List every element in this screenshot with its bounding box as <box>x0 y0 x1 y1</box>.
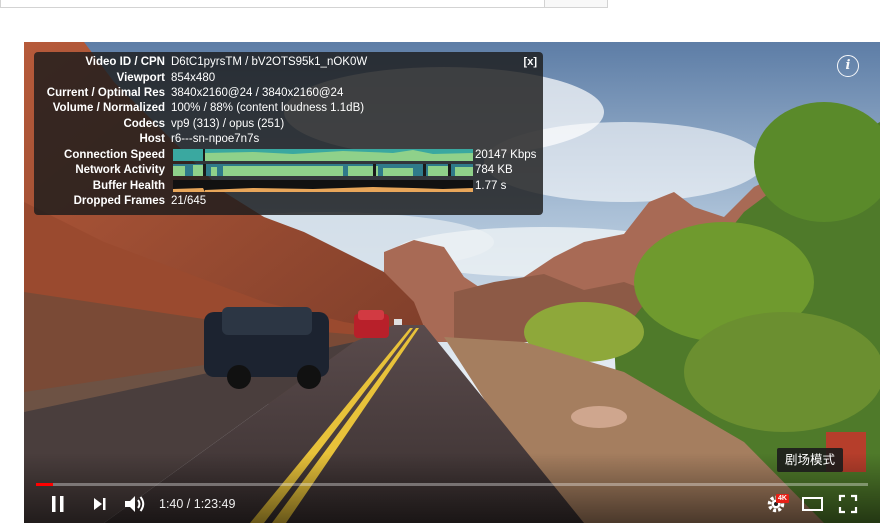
stats-label: Connection Speed <box>64 148 165 161</box>
stats-row-dropped-frames: Dropped Frames 21/645 <box>34 194 543 209</box>
network-activity-value: 784 KB <box>475 164 513 176</box>
stats-value: 21/645 <box>171 195 207 207</box>
stats-label: Host <box>139 133 165 145</box>
stats-label: Network Activity <box>75 164 165 176</box>
stats-value: 854x480 <box>171 71 216 84</box>
progress-bar[interactable] <box>36 483 868 486</box>
buffer-health-graph <box>173 179 473 192</box>
volume-icon <box>125 496 145 512</box>
fullscreen-button[interactable] <box>836 492 862 518</box>
pause-button[interactable] <box>46 492 70 518</box>
stats-row-network-activity: Network Activity 784 KB <box>34 163 543 178</box>
stats-label: Viewport <box>116 71 165 84</box>
stats-row-connection-speed: Connection Speed 20147 Kbps <box>34 148 543 163</box>
video-player[interactable]: [x] Video ID / CPN D6tC1pyrsTM / bV2OTS9… <box>24 42 880 523</box>
stats-value: 100% / 88% (content loudness 1.1dB) <box>171 102 365 114</box>
next-icon <box>94 498 106 510</box>
stats-label: Dropped Frames <box>73 195 165 207</box>
stats-value: r6---sn-npoe7n7s <box>171 133 260 145</box>
stats-label: Video ID / CPN <box>85 56 165 68</box>
stats-row-resolution: Current / Optimal Res 3840x2160@24 / 384… <box>34 86 543 101</box>
network-activity-graph <box>173 164 473 176</box>
stats-for-nerds-panel: [x] Video ID / CPN D6tC1pyrsTM / bV2OTS9… <box>34 52 543 215</box>
stats-label: Volume / Normalized <box>52 102 165 114</box>
stats-value: D6tC1pyrsTM / bV2OTS95k1_nOK0W <box>171 56 368 68</box>
theater-mode-tooltip: 剧场模式 <box>777 448 844 472</box>
fullscreen-icon <box>838 494 858 514</box>
pause-icon <box>52 496 64 512</box>
stats-row-buffer-health: Buffer Health 1.77 s <box>34 179 543 194</box>
stats-row-volume: Volume / Normalized 100% / 88% (content … <box>34 101 543 116</box>
buffer-health-value: 1.77 s <box>475 179 507 192</box>
search-button[interactable] <box>544 0 608 8</box>
theater-mode-button[interactable] <box>800 492 826 518</box>
stats-row-host: Host r6---sn-npoe7n7s <box>34 132 543 147</box>
stats-label: Buffer Health <box>92 179 165 192</box>
progress-played <box>36 483 53 486</box>
quality-badge: 4K <box>776 494 789 503</box>
stats-row-codecs: Codecs vp9 (313) / opus (251) <box>34 117 543 132</box>
theater-mode-icon <box>802 497 823 511</box>
stats-label: Current / Optimal Res <box>46 87 165 99</box>
stats-value: 3840x2160@24 / 3840x2160@24 <box>171 87 344 99</box>
next-button[interactable] <box>88 492 112 518</box>
stats-label: Codecs <box>123 117 165 130</box>
player-controls: 1:40 / 1:23:49 4K <box>24 492 880 523</box>
mute-button[interactable] <box>122 492 148 518</box>
stats-row-video-id: Video ID / CPN D6tC1pyrsTM / bV2OTS95k1_… <box>34 55 543 70</box>
settings-button[interactable]: 4K <box>764 492 790 518</box>
connection-speed-value: 20147 Kbps <box>475 148 537 161</box>
top-bar <box>0 0 880 18</box>
info-icon[interactable]: i <box>837 55 859 77</box>
search-input[interactable] <box>0 0 546 8</box>
time-display: 1:40 / 1:23:49 <box>159 497 236 511</box>
connection-speed-graph <box>173 148 473 161</box>
stats-row-viewport: Viewport 854x480 <box>34 71 543 86</box>
stats-value: vp9 (313) / opus (251) <box>171 117 285 130</box>
